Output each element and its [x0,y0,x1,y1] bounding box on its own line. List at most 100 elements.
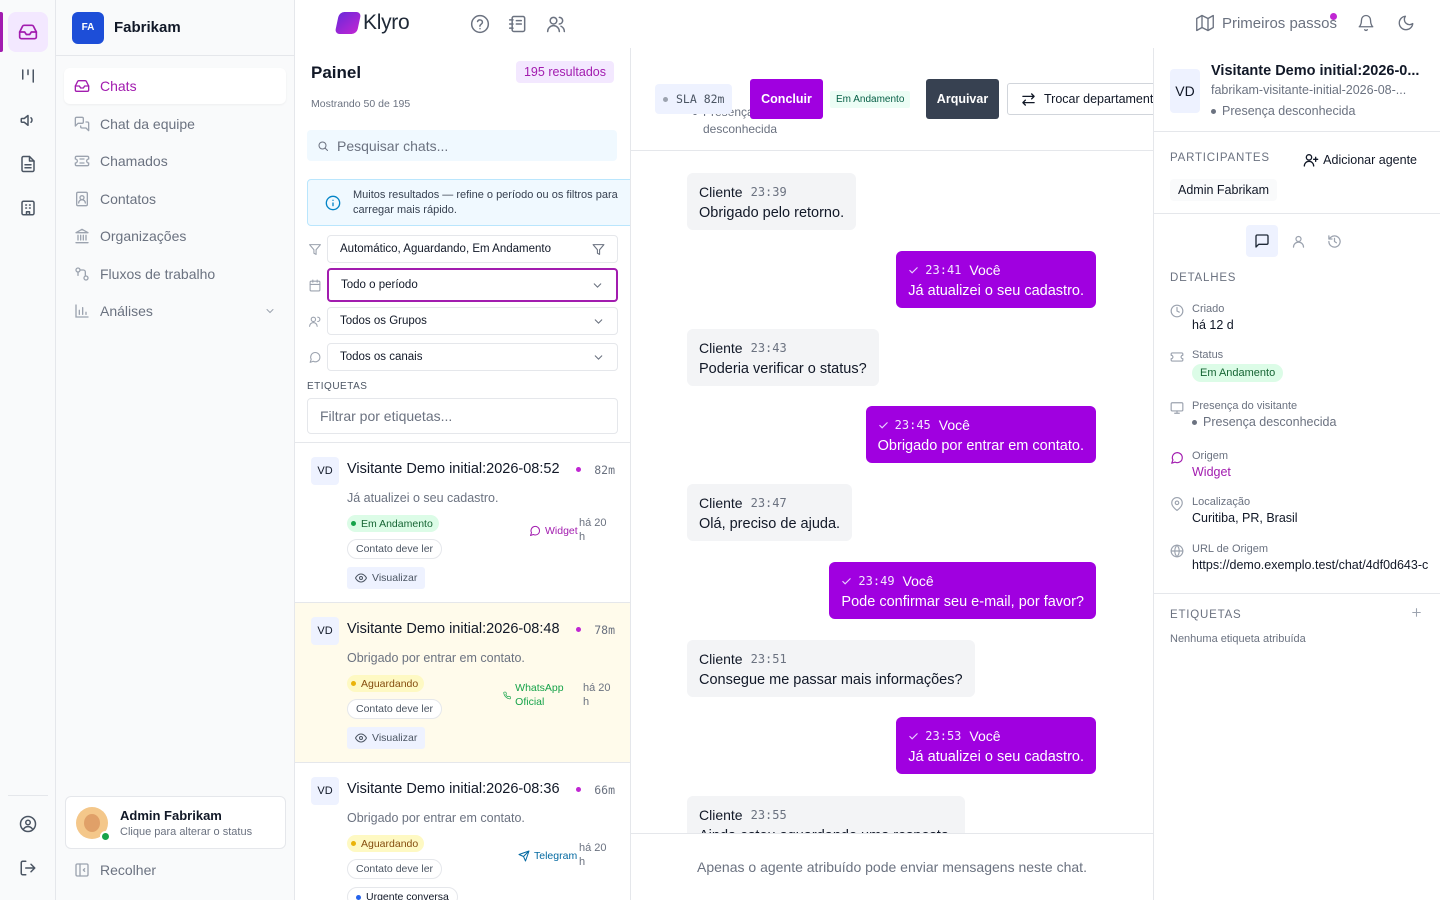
message-text: Já atualizei o seu cadastro. [908,749,1084,765]
period-filter-select[interactable]: Todo o período [327,268,618,302]
tags-filter-box[interactable] [307,398,618,434]
chat-list-item[interactable]: VD Visitante Demo initial:2026-08:48 78m… [295,603,630,763]
getting-started-label: Primeiros passos [1221,14,1337,32]
contact-slug: fabrikam-visitante-initial-2026-08-... [1211,83,1407,97]
rail-company-button[interactable] [8,188,48,228]
bank-icon [75,228,89,244]
sidebar-item-contacts[interactable]: Contatos [64,181,286,217]
tags-filter-input[interactable] [320,408,600,424]
transfer-department-button[interactable]: Trocar departamento [1007,83,1153,115]
view-chat-button[interactable]: Visualizar [347,567,426,589]
message-text: Poderia verificar o status? [699,361,867,377]
team-chat-icon [74,116,90,131]
chat-list-panel: Painel 195 resultados Mostrando 50 de 19… [295,48,631,900]
message-sender: Cliente [699,495,743,511]
detail-label: Origem [1192,450,1229,462]
bell-icon[interactable] [1357,14,1375,32]
logout-icon [20,860,36,876]
sla-badge: SLA 82m [655,84,733,114]
info-icon [325,195,341,210]
workflow-icon [75,266,89,281]
detail-label: Criado [1192,303,1225,315]
status-filter-select[interactable]: Automático, Aguardando, Em Andamento [327,235,618,263]
archive-button[interactable]: Arquivar [926,79,999,119]
user-circle-icon [19,815,37,833]
chat-list-item[interactable]: VD Visitante Demo initial:2026-08:52 82m… [295,443,630,603]
user-icon [1292,235,1304,248]
rail-inbox-button[interactable] [8,12,48,52]
brand-logo[interactable]: Klyro [334,11,410,35]
eye-icon [355,573,367,583]
moon-icon[interactable] [1397,14,1415,32]
channels-filter-select[interactable]: Todos os canais [327,343,618,371]
detail-value: há 12 d [1192,318,1234,332]
chat-list-item[interactable]: VD Visitante Demo initial:2026-08:36 66m… [295,763,630,900]
message-text: Pode confirmar seu e-mail, por favor? [841,594,1084,610]
status-dot [351,521,356,526]
tab-conversation[interactable] [1246,225,1278,257]
status-badge-label: Em Andamento [361,517,433,530]
sidebar-item-label: Análises [100,303,153,319]
rail-divider [8,795,48,796]
sidebar-item-chats[interactable]: Chats [64,68,286,104]
sidebar-item-workflows[interactable]: Fluxos de trabalho [64,256,286,292]
message-text: Consegue me passar mais informações? [699,672,963,688]
rail-board-button[interactable] [8,56,48,96]
rail-campaigns-button[interactable] [8,100,48,140]
message-circle-icon [309,351,321,363]
tab-history[interactable] [1318,225,1350,257]
chat-time: há 20 h [579,842,607,868]
detail-status: Status Em Andamento [1170,349,1284,382]
collapse-sidebar-button[interactable]: Recolher [74,862,156,878]
plus-icon[interactable] [1410,606,1423,619]
channels-filter-value: Todos os canais [340,351,423,363]
status-filter-value: Automático, Aguardando, Em Andamento [340,243,551,255]
view-chat-button[interactable]: Visualizar [347,727,426,749]
conversation-header: Presença desconhecida SLA 82m Concluir E… [631,48,1153,151]
search-box[interactable] [307,130,617,161]
sidebar-item-tickets[interactable]: Chamados [64,143,286,179]
channel-label: WhatsApp Oficial [503,681,575,709]
org-switcher[interactable]: FA Fabrikam [56,0,294,56]
getting-started-link[interactable]: Primeiros passos [1196,14,1337,32]
status-badge: Em Andamento [1192,364,1284,382]
sidebar-item-label: Chats [100,78,137,94]
message-square-icon [1255,234,1269,248]
detail-origin-url: URL de Origem https://demo.exemplo.test/c… [1170,543,1428,572]
sidebar-item-analytics[interactable]: Análises [64,293,286,329]
help-icon[interactable] [470,14,490,34]
chevron-down-icon [594,354,603,360]
users-icon[interactable] [546,14,566,34]
sidebar-item-team-chat[interactable]: Chat da equipe [64,106,286,142]
rail-profile-button[interactable] [8,804,48,844]
chat-time: há 20 h [579,517,607,543]
message-bubble-outgoing: 23:41 Você Já atualizei o seu cadastro. [896,251,1096,308]
search-input[interactable] [337,137,597,154]
message-time: 23:41 [925,263,962,277]
conclude-button[interactable]: Concluir [750,79,823,119]
avatar-face [84,813,100,832]
eye-icon [355,733,367,743]
contact-name: Visitante Demo initial:2026-0... [1211,63,1420,79]
add-agent-button[interactable]: Adicionar agente [1303,152,1417,168]
message-sender: Você [969,262,1001,278]
chat-name: Visitante Demo initial:2026-08:52 [347,461,560,477]
document-icon [21,155,35,173]
rail-reports-button[interactable] [8,144,48,184]
notebook-icon[interactable] [508,14,528,34]
tab-contact[interactable] [1282,225,1314,257]
message-sender: Cliente [699,184,743,200]
app-rail [0,0,56,900]
sidebar-item-organizations[interactable]: Organizações [64,218,286,254]
user-status-card[interactable]: Admin Fabrikam Clique para alterar o sta… [65,796,286,849]
message-sender: Cliente [699,340,743,356]
status-badge: Aguardando [347,835,425,852]
brand-mark-icon [334,12,362,34]
users-icon [309,316,321,327]
rail-logout-button[interactable] [8,848,48,888]
channels-filter-row: Todos os canais [307,343,618,371]
message-text: Já atualizei o seu cadastro. [908,283,1084,299]
groups-filter-select[interactable]: Todos os Grupos [327,307,618,335]
origin-url-link[interactable]: https://demo.exemplo.test/chat/4df0d643-… [1192,558,1428,572]
details-label: DETALHES [1170,272,1237,284]
